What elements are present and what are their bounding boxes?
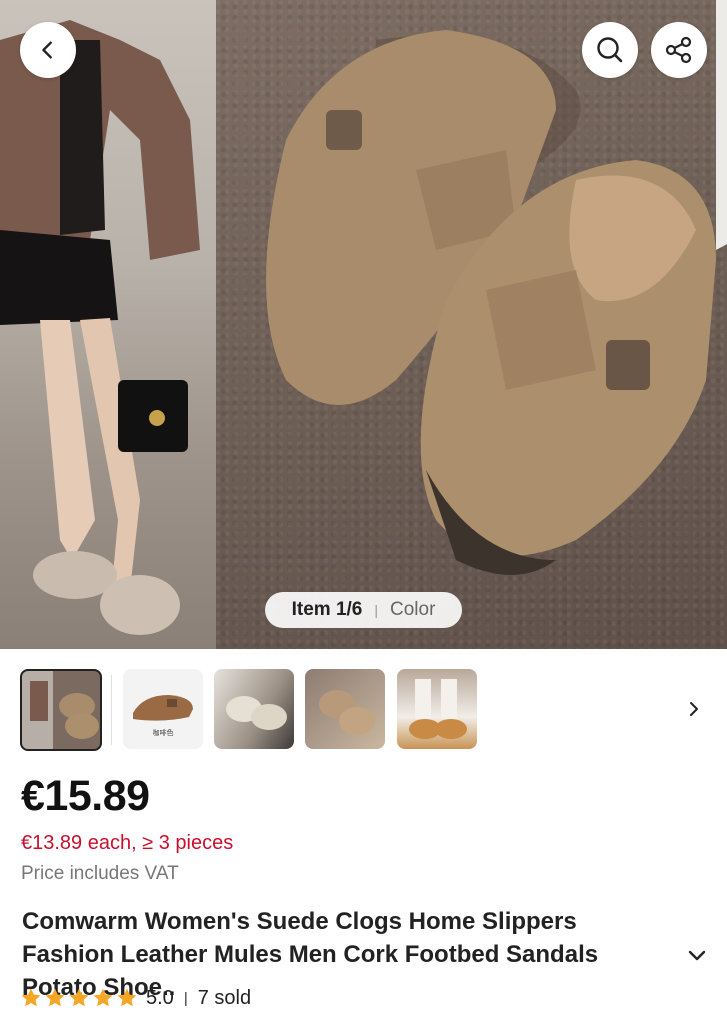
chevron-right-icon (690, 702, 698, 716)
share-icon (665, 36, 692, 64)
image-counter: Item 1/6 (291, 599, 363, 620)
pill-separator: | (374, 602, 378, 618)
thumbnail-5[interactable] (397, 669, 477, 749)
rating-score: 5.0 (146, 986, 174, 1009)
clogs-illustration (266, 30, 716, 575)
star-icon (45, 988, 65, 1007)
thumbnail-1-image (30, 681, 99, 739)
product-price: €15.89 (21, 772, 150, 820)
vat-note: Price includes VAT (21, 863, 179, 884)
thumbnail-divider (111, 675, 112, 745)
search-button[interactable] (582, 22, 638, 78)
thumbnail-4[interactable] (305, 669, 385, 749)
bulk-price: €13.89 each, ≥ 3 pieces (21, 832, 234, 854)
model-illustration (0, 20, 200, 635)
sold-count: 7 sold (197, 986, 252, 1009)
chevron-left-icon (42, 41, 52, 59)
star-icon (93, 988, 113, 1007)
thumbnail-strip: 咖啡色 (0, 669, 727, 751)
thumbnail-4-image (319, 690, 375, 735)
rating-row[interactable]: 5.0 | 7 sold (20, 985, 251, 1011)
product-image-gallery[interactable]: Item 1/6 | Color (0, 0, 727, 649)
thumbnail-2-label: 咖啡色 (153, 728, 174, 737)
color-link[interactable]: Color (390, 599, 435, 621)
model-photo-panel (0, 0, 216, 649)
image-counter-pill[interactable]: Item 1/6 | Color (265, 592, 462, 628)
star-icon (69, 988, 89, 1007)
share-button[interactable] (651, 22, 707, 78)
search-icon (597, 37, 623, 63)
thumbnail-1[interactable] (20, 669, 102, 751)
expand-title-button[interactable] (684, 944, 710, 968)
thumbnail-2[interactable]: 咖啡色 (123, 669, 203, 749)
star-rating (20, 987, 140, 1009)
thumbnail-2-image: 咖啡色 (133, 695, 193, 737)
product-photo-panel (216, 0, 727, 649)
thumbnail-3[interactable] (214, 669, 294, 749)
rating-separator: | (183, 989, 188, 1007)
thumbnail-5-image (409, 679, 467, 739)
thumbnail-3-image (226, 696, 287, 730)
back-button[interactable] (20, 22, 76, 78)
star-icon (21, 988, 41, 1007)
star-icon (117, 988, 137, 1007)
chevron-down-icon (688, 950, 706, 961)
thumbnails-next-button[interactable] (680, 695, 708, 723)
